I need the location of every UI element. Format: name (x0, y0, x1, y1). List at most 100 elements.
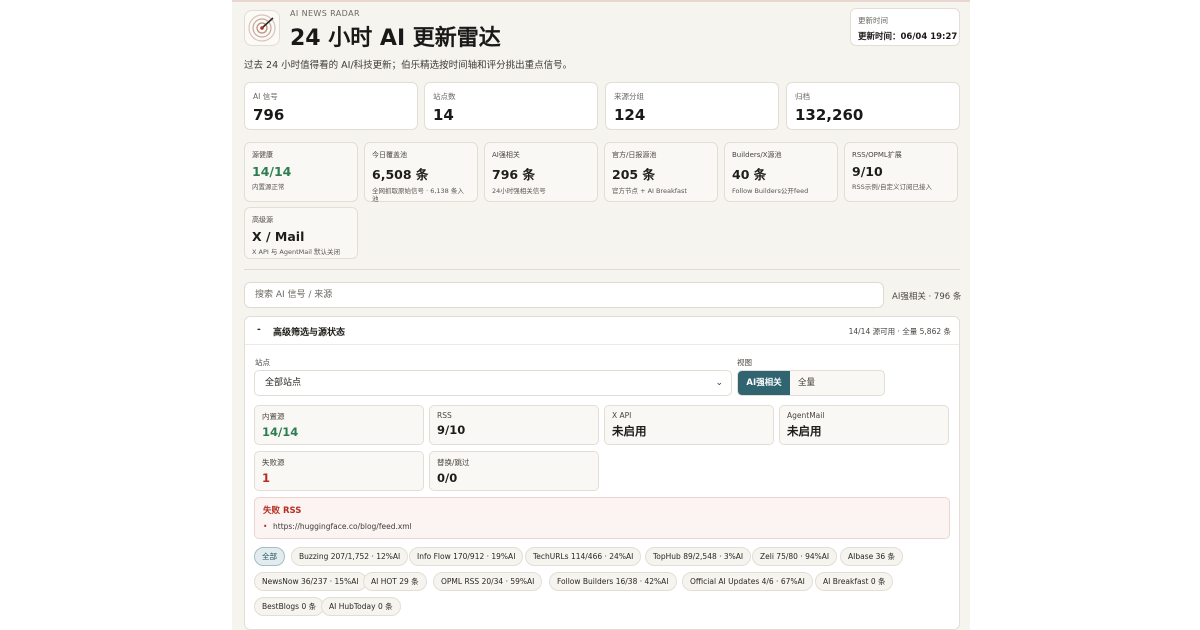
failed-rss-title: 失败 RSS (263, 506, 302, 516)
mini-ai-relevant: AI强相关 796 条 24小时强相关信号 (484, 142, 598, 202)
stat-value: 796 (253, 106, 285, 124)
source-chip[interactable]: Info Flow 170/912 · 19%AI (409, 547, 524, 566)
mini-value: X / Mail (252, 229, 305, 244)
mini-label: 今日覆盖池 (372, 151, 407, 159)
source-chip-all[interactable]: 全部 (254, 547, 285, 566)
status-value: 1 (262, 471, 271, 485)
mini-note: 24小时强相关信号 (492, 187, 546, 195)
page-subtitle: 过去 24 小时值得看的 AI/科技更新；伯乐精选按时间轴和评分挑出重点信号。 (244, 60, 573, 71)
mini-note: 官方节点 + AI Breakfast (612, 187, 687, 195)
section-divider (244, 269, 960, 270)
status-label: 替换/跳过 (437, 458, 470, 467)
source-chip[interactable]: TopHub 89/2,548 · 3%AI (645, 547, 752, 566)
mini-value: 205 条 (612, 167, 655, 182)
source-chip[interactable]: Follow Builders 16/38 · 42%AI (549, 572, 677, 591)
status-builtin-sources: 内置源 14/14 (254, 405, 424, 445)
status-rss: RSS 9/10 (429, 405, 599, 445)
mini-source-health: 源健康 14/14 内置源正常 (244, 142, 358, 202)
mini-builders-pool: Builders/X源池 40 条 Follow Builders公开feed (724, 142, 838, 202)
mini-official-pool: 官方/日报源池 205 条 官方节点 + AI Breakfast (604, 142, 718, 202)
mini-value: 796 条 (492, 167, 535, 182)
status-label: 内置源 (262, 412, 285, 421)
panel-title: 高级筛选与源状态 (273, 328, 346, 338)
source-chip[interactable]: AI HOT 29 条 (363, 572, 427, 591)
top-accent-line (232, 0, 970, 2)
stat-archive: 归档 132,260 (786, 82, 960, 130)
mini-note: 内置源正常 (252, 183, 285, 191)
panel-header[interactable]: - 高级筛选与源状态 14/14 源可用 · 全量 5,862 条 (245, 317, 959, 345)
status-value: 未启用 (787, 424, 822, 438)
status-label: RSS (437, 411, 452, 420)
status-value: 0/0 (437, 471, 458, 485)
failed-rss-box: 失败 RSS https://huggingface.co/blog/feed.… (254, 497, 950, 539)
source-chip[interactable]: Official AI Updates 4/6 · 67%AI (682, 572, 813, 591)
mini-advanced-source: 高级源 X / Mail X API 与 AgentMail 默认关闭 (244, 207, 358, 259)
source-chip[interactable]: Zeli 75/80 · 94%AI (752, 547, 838, 566)
failed-rss-item[interactable]: https://huggingface.co/blog/feed.xml (263, 522, 941, 531)
update-time-label: 更新时间 (858, 16, 888, 25)
mini-note: 全网抓取原始信号 · 6,138 条入池 (372, 187, 464, 204)
stat-value: 124 (614, 106, 646, 124)
status-value: 14/14 (262, 425, 299, 439)
collapse-toggle-icon[interactable]: - (257, 325, 261, 335)
mini-label: AI强相关 (492, 151, 520, 159)
mini-value: 40 条 (732, 167, 767, 182)
source-chip[interactable]: TechURLs 114/466 · 24%AI (525, 547, 642, 566)
mini-note: RSS示例/自定义订阅已接入 (852, 183, 932, 191)
advanced-filter-panel: - 高级筛选与源状态 14/14 源可用 · 全量 5,862 条 站点 视图 … (244, 316, 960, 630)
source-chip[interactable]: OPML RSS 20/34 · 59%AI (433, 572, 543, 591)
view-filter-label: 视图 (737, 358, 752, 367)
mini-label: 官方/日报源池 (612, 151, 657, 159)
update-time-box: 更新时间 更新时间：06/04 19:27 (850, 8, 960, 46)
update-time-value: 更新时间：06/04 19:27 (858, 32, 958, 42)
stat-source-groups: 来源分组 124 (605, 82, 779, 130)
mini-note: Follow Builders公开feed (732, 187, 809, 195)
status-failed-sources: 失败源 1 (254, 451, 424, 491)
mini-label: RSS/OPML扩展 (852, 151, 902, 159)
mini-rss-opml: RSS/OPML扩展 9/10 RSS示例/自定义订阅已接入 (844, 142, 958, 202)
mini-label: 源健康 (252, 151, 273, 159)
status-label: X API (612, 411, 632, 420)
mini-value: 9/10 (852, 164, 883, 179)
site-select[interactable]: 全部站点 ⌄ (254, 370, 732, 396)
mini-value: 6,508 条 (372, 167, 429, 182)
radar-logo-icon (244, 10, 280, 46)
chevron-down-icon: ⌄ (715, 378, 723, 388)
status-value: 未启用 (612, 424, 647, 438)
radar-page: AI NEWS RADAR 24 小时 AI 更新雷达 更新时间 更新时间：06… (232, 0, 970, 630)
search-input[interactable] (244, 282, 884, 308)
result-count: AI强相关 · 796 条 (892, 292, 962, 302)
stat-label: 归档 (795, 92, 810, 101)
view-all-button[interactable]: 全量 (798, 371, 815, 395)
mini-value: 14/14 (252, 164, 292, 179)
source-chip[interactable]: AIbase 36 条 (840, 547, 904, 566)
page-title: 24 小时 AI 更新雷达 (290, 26, 501, 51)
status-value: 9/10 (437, 423, 466, 437)
source-chip[interactable]: BestBlogs 0 条 (254, 597, 325, 616)
stat-label: 来源分组 (614, 92, 644, 101)
status-label: 失败源 (262, 458, 285, 467)
mini-label: 高级源 (252, 216, 273, 224)
view-toggle: AI强相关 全量 (737, 370, 885, 396)
source-chip[interactable]: NewsNow 36/237 · 15%AI (254, 572, 367, 591)
source-chip[interactable]: AI Breakfast 0 条 (815, 572, 894, 591)
stat-sites: 站点数 14 (424, 82, 598, 130)
stat-label: 站点数 (433, 92, 456, 101)
site-filter-label: 站点 (255, 358, 270, 367)
view-ai-relevant-button[interactable]: AI强相关 (738, 371, 790, 395)
status-x-api: X API 未启用 (604, 405, 774, 445)
brand-label: AI NEWS RADAR (290, 9, 360, 18)
source-chip[interactable]: Buzzing 207/1,752 · 12%AI (291, 547, 409, 566)
stat-label: AI 信号 (253, 92, 278, 101)
stat-ai-signals: AI 信号 796 (244, 82, 418, 130)
mini-coverage-pool: 今日覆盖池 6,508 条 全网抓取原始信号 · 6,138 条入池 (364, 142, 478, 204)
status-replaced-skipped: 替换/跳过 0/0 (429, 451, 599, 491)
mini-note: X API 与 AgentMail 默认关闭 (252, 248, 340, 256)
status-label: AgentMail (787, 411, 825, 420)
panel-summary: 14/14 源可用 · 全量 5,862 条 (848, 327, 951, 336)
stat-value: 14 (433, 106, 454, 124)
source-chip[interactable]: AI HubToday 0 条 (321, 597, 401, 616)
stat-value: 132,260 (795, 106, 864, 124)
mini-label: Builders/X源池 (732, 151, 782, 159)
status-agentmail: AgentMail 未启用 (779, 405, 949, 445)
